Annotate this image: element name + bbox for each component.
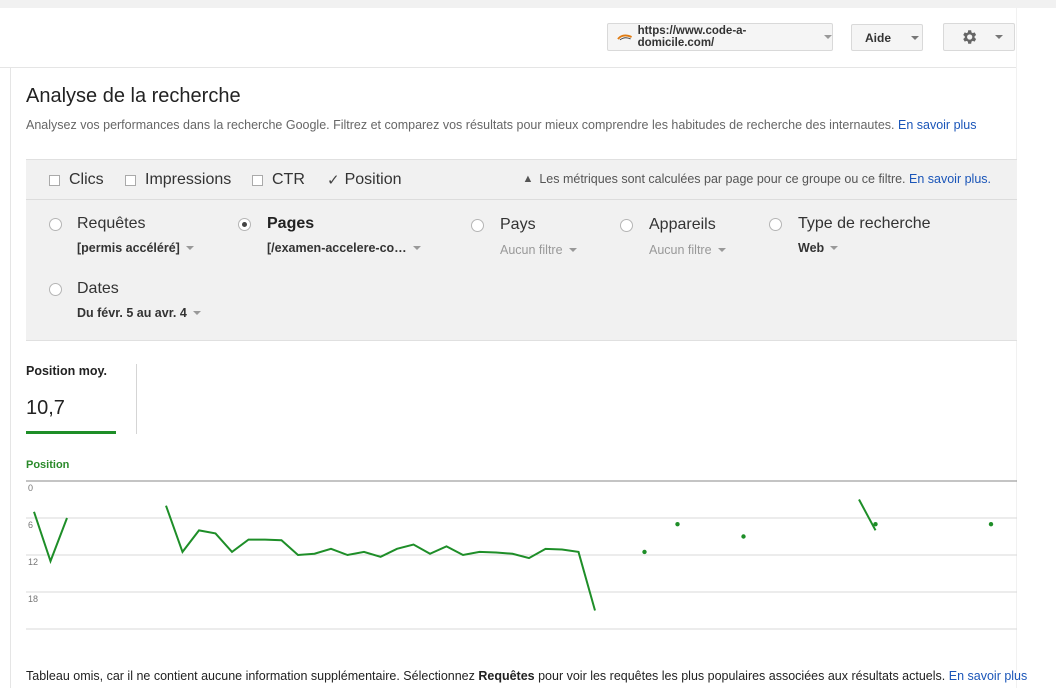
subtitle-text: Analysez vos performances dans la recher… [26, 118, 895, 132]
chevron-down-icon [830, 246, 839, 250]
help-label: Aide [865, 30, 892, 45]
metric-position[interactable]: ✓ Position [326, 171, 402, 189]
metrics-notice: ▲ Les métriques sont calculées par page … [522, 172, 991, 186]
site-url: https://www.code-a-domicile.com/ [637, 25, 747, 49]
chevron-down-icon [192, 311, 201, 315]
dimension-filter-value: Du févr. 5 au avr. 4 [77, 306, 187, 320]
series-line-segment [33, 511, 68, 565]
radio-button[interactable] [471, 219, 484, 232]
series-line-segment [165, 505, 596, 611]
dimension-filter-value: Aucun filtre [649, 243, 712, 257]
dimension-label: Type de recherche [798, 215, 931, 232]
radio-button[interactable] [769, 218, 782, 231]
footer-bold: Requêtes [478, 669, 535, 683]
metric-label: Position [344, 171, 402, 188]
dimension-label: Dates [77, 280, 119, 297]
metric-label: CTR [272, 171, 305, 188]
site-selector-button[interactable]: https://www.code-a-domicile.com/ [607, 23, 833, 51]
chevron-down-icon [412, 246, 421, 250]
chart-title: Position [26, 459, 70, 471]
dimension-filter-dropdown[interactable]: Web [798, 241, 839, 255]
y-tick-label: 18 [28, 594, 38, 604]
checkbox[interactable] [49, 174, 60, 186]
checkbox[interactable] [252, 174, 263, 186]
chevron-down-icon [824, 35, 832, 39]
dimension-filter-dropdown[interactable]: Du févr. 5 au avr. 4 [77, 306, 201, 320]
data-point [741, 534, 746, 539]
metric-clicks[interactable]: Clics [49, 171, 104, 189]
notice-text: Les métriques sont calculées par page po… [539, 172, 906, 186]
left-divider [10, 68, 11, 688]
learn-more-link[interactable]: En savoir plus [898, 118, 977, 132]
stat-underline [26, 431, 116, 434]
y-tick-label: 12 [28, 557, 38, 567]
data-point [988, 521, 994, 527]
footer-learn-more-link[interactable]: En savoir plus [949, 669, 1028, 683]
stat-label: Position moy. [26, 364, 108, 378]
series-line-segment [858, 499, 877, 531]
data-point [873, 521, 878, 527]
gear-icon [963, 30, 977, 44]
radio-button[interactable] [49, 283, 62, 296]
dimension-filter-dropdown[interactable]: Aucun filtre [649, 243, 726, 257]
metric-ctr[interactable]: CTR [252, 171, 305, 189]
metric-label: Clics [69, 171, 104, 188]
dimension-filter-value: [/examen-accelere-co… [267, 241, 407, 255]
dimension-filter-dropdown[interactable]: Aucun filtre [500, 243, 577, 257]
data-point [642, 549, 647, 555]
footer-text-1: Tableau omis, car il ne contient aucune … [26, 669, 479, 683]
chevron-down-icon [568, 248, 577, 252]
chevron-down-icon [185, 246, 194, 250]
metric-impressions[interactable]: Impressions [125, 171, 231, 189]
checkmark-icon[interactable]: ✓ [327, 171, 340, 189]
dimension-label: Requêtes [77, 215, 146, 232]
radio-button[interactable] [620, 219, 633, 232]
stat-separator [136, 364, 137, 434]
metrics-row: Clics Impressions CTR ✓ Position ▲ Les m… [26, 160, 1017, 200]
radio-button-selected[interactable] [238, 218, 251, 231]
page-title: Analyse de la recherche [26, 85, 241, 107]
footer-text-2: pour voir les requêtes les plus populair… [534, 669, 946, 683]
chevron-down-icon [717, 248, 726, 252]
metric-label: Impressions [145, 171, 232, 188]
position-chart: 0 6 12 18 [26, 480, 1017, 630]
footer-message: Tableau omis, car il ne contient aucune … [26, 669, 1027, 683]
site-favicon-icon [617, 34, 632, 41]
top-band [0, 0, 1056, 8]
dimension-filter-dropdown[interactable]: [permis accéléré] [77, 241, 194, 255]
page-subtitle: Analysez vos performances dans la recher… [26, 118, 977, 132]
dimension-label: Pages [267, 215, 315, 232]
y-tick-label: 0 [28, 483, 33, 493]
header-divider [0, 67, 1017, 68]
notice-learn-more-link[interactable]: En savoir plus. [909, 172, 991, 186]
dimension-filter-value: Aucun filtre [500, 243, 563, 257]
dimension-label: Pays [500, 216, 536, 233]
checkbox[interactable] [125, 174, 136, 186]
dimension-filter-dropdown[interactable]: [/examen-accelere-co… [267, 241, 421, 255]
warning-icon: ▲ [522, 173, 534, 185]
stat-value: 10,7 [26, 397, 65, 419]
settings-button[interactable] [943, 23, 1015, 51]
dimension-filter-value: [permis accéléré] [77, 241, 180, 255]
dimension-filter-value: Web [798, 241, 825, 255]
help-button[interactable]: Aide [851, 24, 923, 51]
filter-panel: Clics Impressions CTR ✓ Position ▲ Les m… [26, 159, 1017, 341]
chevron-down-icon [995, 35, 1003, 39]
y-tick-label: 6 [28, 520, 33, 530]
data-point [675, 521, 680, 527]
chevron-down-icon [911, 35, 920, 40]
radio-button[interactable] [49, 218, 62, 231]
dimension-label: Appareils [649, 216, 716, 233]
